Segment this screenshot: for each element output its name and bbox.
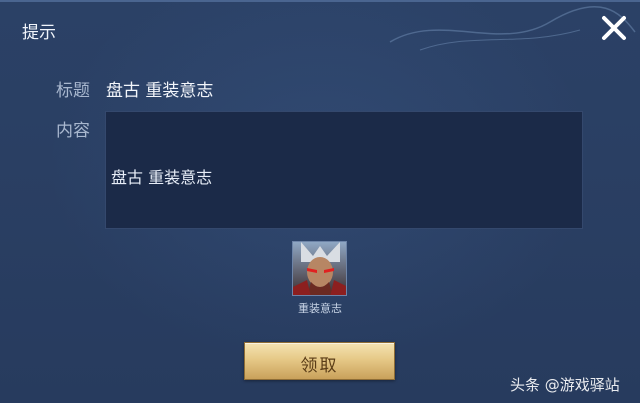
claim-button[interactable]: 领取 (244, 342, 395, 380)
hero-skin-icon[interactable] (292, 241, 347, 296)
reward-dialog: 提示 标题 盘古 重装意志 内容 盘古 重装意志 重装意志 领取 头条 @游戏驿… (0, 0, 640, 403)
content-value: 盘古 重装意志 (111, 168, 213, 187)
content-label: 内容 (56, 121, 90, 141)
close-button[interactable] (598, 12, 630, 44)
title-label: 标题 (56, 81, 90, 101)
title-value: 盘古 重装意志 (106, 81, 214, 101)
claim-button-label: 领取 (300, 356, 339, 376)
dialog-header: 提示 (0, 2, 640, 54)
content-box: 盘古 重装意志 (105, 111, 583, 229)
hero-portrait-art (293, 242, 346, 295)
watermark: 头条 @游戏驿站 (510, 376, 620, 394)
reward-name: 重装意志 (298, 302, 342, 315)
close-icon (602, 16, 626, 40)
dialog-title: 提示 (22, 23, 56, 43)
